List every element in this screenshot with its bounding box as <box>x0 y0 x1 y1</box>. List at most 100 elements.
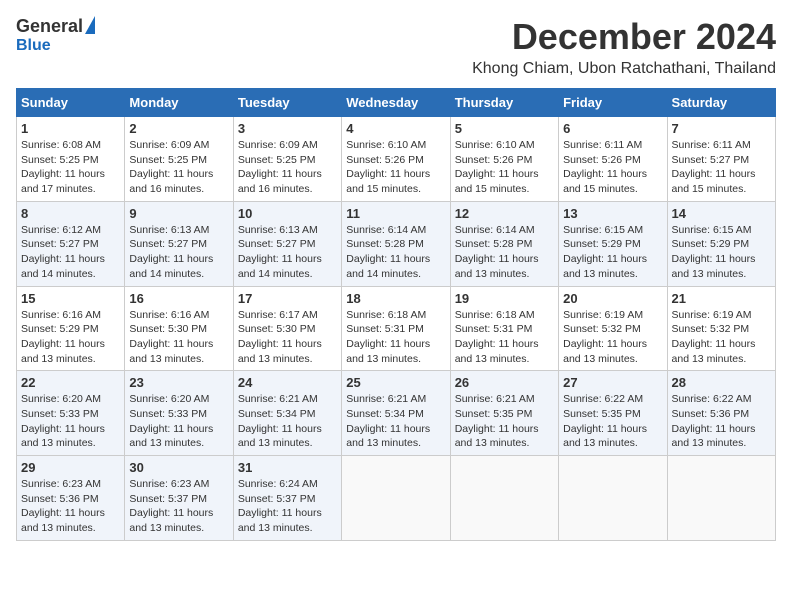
day-info: Sunrise: 6:21 AMSunset: 5:35 PMDaylight:… <box>455 392 554 451</box>
calendar-cell: 20Sunrise: 6:19 AMSunset: 5:32 PMDayligh… <box>559 286 667 371</box>
column-header-saturday: Saturday <box>667 89 775 117</box>
calendar-cell <box>559 456 667 541</box>
day-info: Sunrise: 6:24 AMSunset: 5:37 PMDaylight:… <box>238 477 337 536</box>
day-info: Sunrise: 6:13 AMSunset: 5:27 PMDaylight:… <box>129 223 228 282</box>
day-number: 7 <box>672 121 771 136</box>
calendar-cell: 24 Sunrise: 6:21 AMSunset: 5:34 PMDayligh… <box>233 371 341 456</box>
day-number: 31 <box>238 460 337 475</box>
day-number: 22 <box>21 375 120 390</box>
day-number: 10 <box>238 206 337 221</box>
month-title: December 2024 <box>472 16 776 58</box>
calendar-cell: 1Sunrise: 6:08 AMSunset: 5:25 PMDaylight… <box>17 117 125 202</box>
calendar-cell: 18 Sunrise: 6:18 AMSunset: 5:31 PMDayligh… <box>342 286 450 371</box>
day-info: Sunrise: 6:14 AMSunset: 5:28 PMDaylight:… <box>346 223 445 282</box>
column-header-wednesday: Wednesday <box>342 89 450 117</box>
calendar-week-5: 29 Sunrise: 6:23 AMSunset: 5:36 PMDayligh… <box>17 456 776 541</box>
calendar-cell <box>342 456 450 541</box>
day-info: Sunrise: 6:18 AMSunset: 5:31 PMDaylight:… <box>346 308 445 367</box>
calendar-header-row: SundayMondayTuesdayWednesdayThursdayFrid… <box>17 89 776 117</box>
calendar-cell: 13Sunrise: 6:15 AMSunset: 5:29 PMDayligh… <box>559 201 667 286</box>
calendar-cell: 25 Sunrise: 6:21 AMSunset: 5:34 PMDayligh… <box>342 371 450 456</box>
calendar-cell: 17 Sunrise: 6:17 AMSunset: 5:30 PMDayligh… <box>233 286 341 371</box>
day-number: 8 <box>21 206 120 221</box>
day-info: Sunrise: 6:14 AMSunset: 5:28 PMDaylight:… <box>455 223 554 282</box>
day-number: 23 <box>129 375 228 390</box>
day-info: Sunrise: 6:11 AMSunset: 5:26 PMDaylight:… <box>563 138 662 197</box>
column-header-sunday: Sunday <box>17 89 125 117</box>
day-number: 3 <box>238 121 337 136</box>
logo-triangle-icon <box>85 16 95 34</box>
day-number: 17 <box>238 291 337 306</box>
calendar-cell: 23 Sunrise: 6:20 AMSunset: 5:33 PMDayligh… <box>125 371 233 456</box>
day-info: Sunrise: 6:22 AMSunset: 5:36 PMDaylight:… <box>672 392 771 451</box>
day-number: 15 <box>21 291 120 306</box>
calendar-cell: 22 Sunrise: 6:20 AMSunset: 5:33 PMDayligh… <box>17 371 125 456</box>
day-number: 9 <box>129 206 228 221</box>
day-info: Sunrise: 6:08 AMSunset: 5:25 PMDaylight:… <box>21 138 120 197</box>
calendar-cell: 15Sunrise: 6:16 AMSunset: 5:29 PMDayligh… <box>17 286 125 371</box>
calendar-cell: 12 Sunrise: 6:14 AMSunset: 5:28 PMDayligh… <box>450 201 558 286</box>
calendar-cell: 11Sunrise: 6:14 AMSunset: 5:28 PMDayligh… <box>342 201 450 286</box>
calendar-cell: 9 Sunrise: 6:13 AMSunset: 5:27 PMDaylight… <box>125 201 233 286</box>
calendar-week-2: 8Sunrise: 6:12 AMSunset: 5:27 PMDaylight… <box>17 201 776 286</box>
page-header: General Blue December 2024 Khong Chiam, … <box>16 16 776 78</box>
calendar-cell <box>667 456 775 541</box>
day-number: 24 <box>238 375 337 390</box>
day-number: 21 <box>672 291 771 306</box>
calendar-cell: 16 Sunrise: 6:16 AMSunset: 5:30 PMDayligh… <box>125 286 233 371</box>
day-number: 28 <box>672 375 771 390</box>
calendar-cell: 6Sunrise: 6:11 AMSunset: 5:26 PMDaylight… <box>559 117 667 202</box>
day-number: 19 <box>455 291 554 306</box>
day-number: 4 <box>346 121 445 136</box>
day-info: Sunrise: 6:23 AMSunset: 5:36 PMDaylight:… <box>21 477 120 536</box>
day-number: 14 <box>672 206 771 221</box>
calendar-cell: 26 Sunrise: 6:21 AMSunset: 5:35 PMDayligh… <box>450 371 558 456</box>
day-number: 27 <box>563 375 662 390</box>
day-number: 16 <box>129 291 228 306</box>
day-info: Sunrise: 6:15 AMSunset: 5:29 PMDaylight:… <box>563 223 662 282</box>
title-section: December 2024 Khong Chiam, Ubon Ratchath… <box>472 16 776 78</box>
calendar-cell: 31 Sunrise: 6:24 AMSunset: 5:37 PMDayligh… <box>233 456 341 541</box>
day-number: 2 <box>129 121 228 136</box>
day-info: Sunrise: 6:15 AMSunset: 5:29 PMDaylight:… <box>672 223 771 282</box>
day-info: Sunrise: 6:10 AMSunset: 5:26 PMDaylight:… <box>346 138 445 197</box>
calendar-cell <box>450 456 558 541</box>
day-info: Sunrise: 6:20 AMSunset: 5:33 PMDaylight:… <box>129 392 228 451</box>
calendar-week-3: 15Sunrise: 6:16 AMSunset: 5:29 PMDayligh… <box>17 286 776 371</box>
day-number: 12 <box>455 206 554 221</box>
day-info: Sunrise: 6:19 AMSunset: 5:32 PMDaylight:… <box>672 308 771 367</box>
day-info: Sunrise: 6:19 AMSunset: 5:32 PMDaylight:… <box>563 308 662 367</box>
calendar-cell: 27Sunrise: 6:22 AMSunset: 5:35 PMDayligh… <box>559 371 667 456</box>
calendar-cell: 4 Sunrise: 6:10 AMSunset: 5:26 PMDaylight… <box>342 117 450 202</box>
day-number: 29 <box>21 460 120 475</box>
calendar-cell: 30Sunrise: 6:23 AMSunset: 5:37 PMDayligh… <box>125 456 233 541</box>
calendar-cell: 19 Sunrise: 6:18 AMSunset: 5:31 PMDayligh… <box>450 286 558 371</box>
day-number: 26 <box>455 375 554 390</box>
calendar-week-4: 22 Sunrise: 6:20 AMSunset: 5:33 PMDayligh… <box>17 371 776 456</box>
day-info: Sunrise: 6:21 AMSunset: 5:34 PMDaylight:… <box>346 392 445 451</box>
column-header-friday: Friday <box>559 89 667 117</box>
calendar-cell: 14 Sunrise: 6:15 AMSunset: 5:29 PMDayligh… <box>667 201 775 286</box>
day-info: Sunrise: 6:18 AMSunset: 5:31 PMDaylight:… <box>455 308 554 367</box>
day-info: Sunrise: 6:16 AMSunset: 5:30 PMDaylight:… <box>129 308 228 367</box>
day-number: 25 <box>346 375 445 390</box>
day-info: Sunrise: 6:09 AMSunset: 5:25 PMDaylight:… <box>129 138 228 197</box>
logo-blue-text: Blue <box>16 37 51 55</box>
day-info: Sunrise: 6:11 AMSunset: 5:27 PMDaylight:… <box>672 138 771 197</box>
calendar-cell: 21 Sunrise: 6:19 AMSunset: 5:32 PMDayligh… <box>667 286 775 371</box>
day-number: 18 <box>346 291 445 306</box>
day-number: 30 <box>129 460 228 475</box>
location-text: Khong Chiam, Ubon Ratchathani, Thailand <box>472 60 776 78</box>
column-header-tuesday: Tuesday <box>233 89 341 117</box>
day-number: 5 <box>455 121 554 136</box>
calendar-table: SundayMondayTuesdayWednesdayThursdayFrid… <box>16 88 776 541</box>
logo: General Blue <box>16 16 95 55</box>
day-info: Sunrise: 6:21 AMSunset: 5:34 PMDaylight:… <box>238 392 337 451</box>
day-info: Sunrise: 6:09 AMSunset: 5:25 PMDaylight:… <box>238 138 337 197</box>
day-info: Sunrise: 6:10 AMSunset: 5:26 PMDaylight:… <box>455 138 554 197</box>
day-info: Sunrise: 6:20 AMSunset: 5:33 PMDaylight:… <box>21 392 120 451</box>
calendar-week-1: 1Sunrise: 6:08 AMSunset: 5:25 PMDaylight… <box>17 117 776 202</box>
calendar-cell: 28 Sunrise: 6:22 AMSunset: 5:36 PMDayligh… <box>667 371 775 456</box>
logo-general-text: General <box>16 16 83 37</box>
day-info: Sunrise: 6:17 AMSunset: 5:30 PMDaylight:… <box>238 308 337 367</box>
